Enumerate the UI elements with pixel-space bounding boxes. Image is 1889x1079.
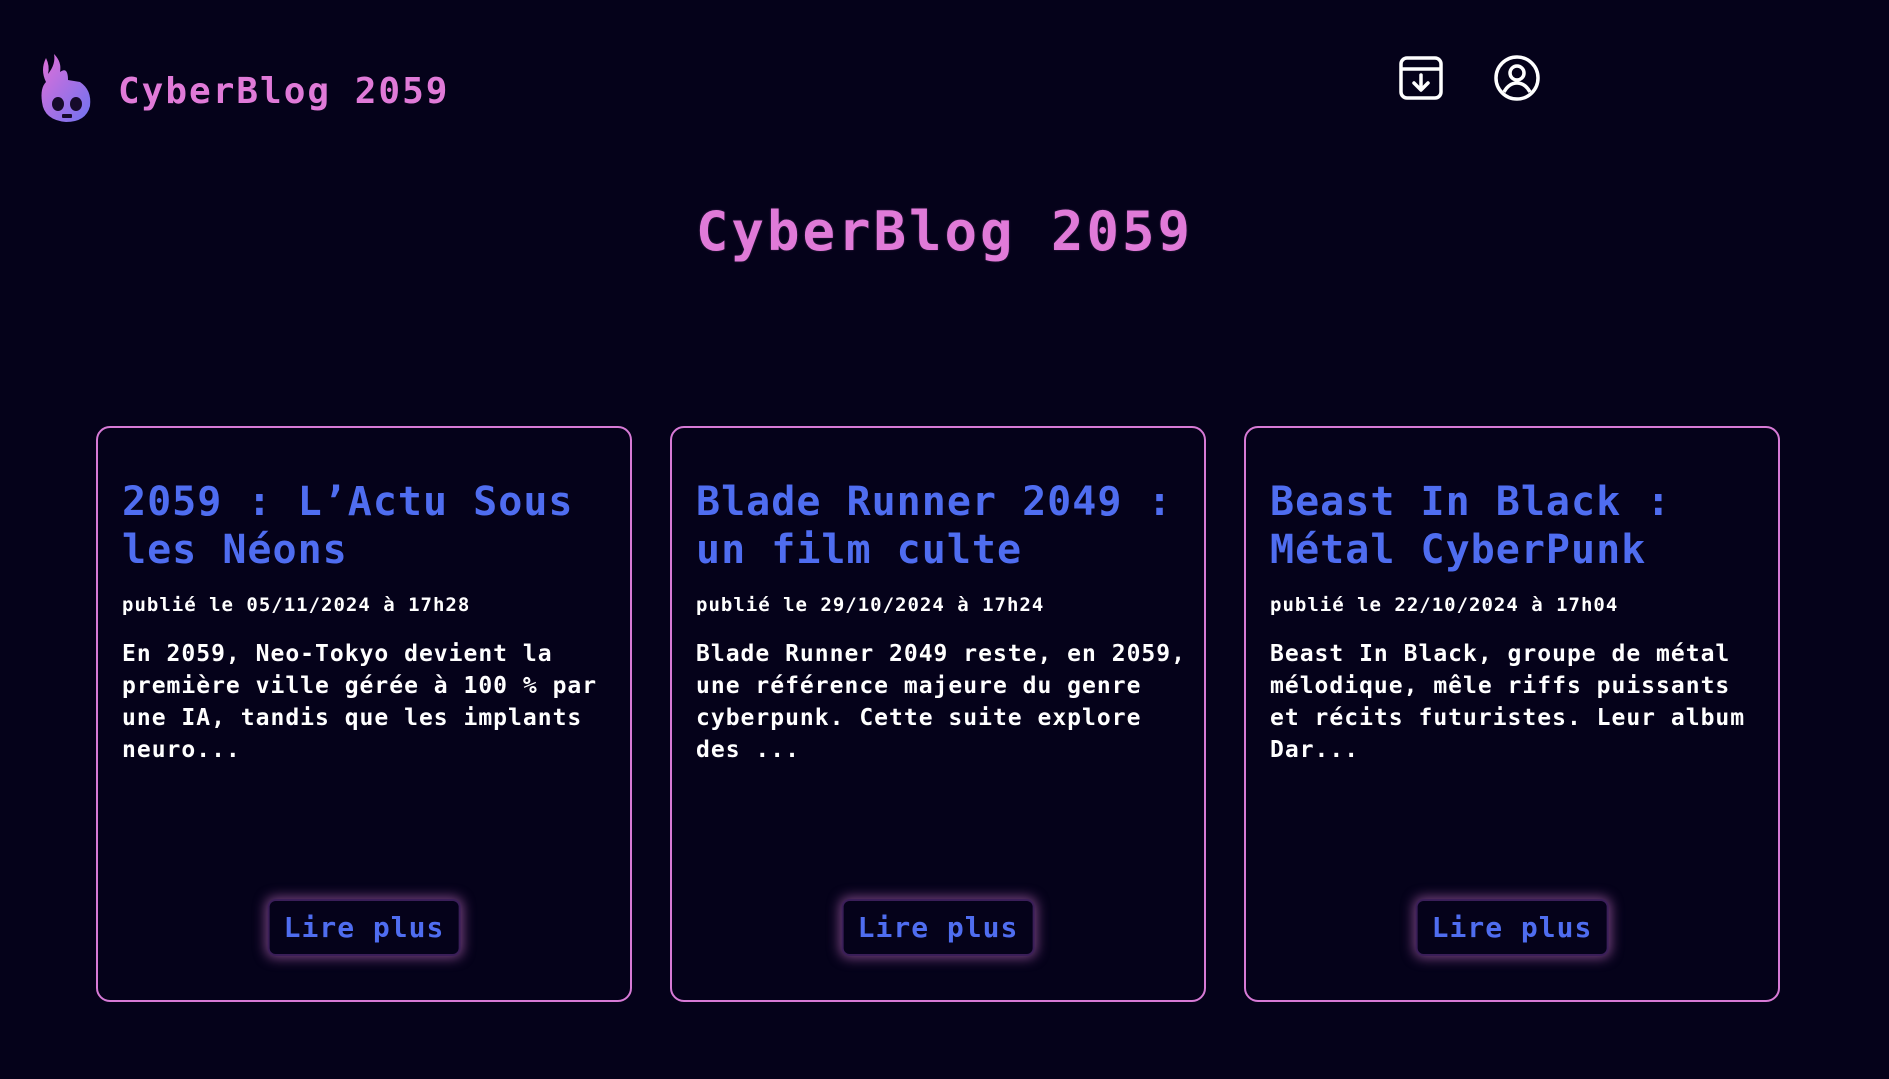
brand-name: CyberBlog 2059 — [118, 70, 450, 112]
account-button[interactable] — [1491, 52, 1543, 104]
user-circle-icon — [1494, 55, 1540, 101]
post-title[interactable]: Beast In Black : Métal CyberPunk — [1270, 478, 1754, 574]
flaming-skull-logo-icon — [41, 54, 91, 122]
post-title[interactable]: 2059 : L’Actu Sous les Néons — [122, 478, 606, 574]
site-header: CyberBlog 2059 — [0, 0, 1889, 160]
read-more-button[interactable]: Lire plus — [1415, 899, 1609, 956]
post-title[interactable]: Blade Runner 2049 : un film culte — [696, 478, 1180, 574]
read-more-button[interactable]: Lire plus — [267, 899, 461, 956]
archive-button[interactable] — [1395, 52, 1447, 104]
page-title: CyberBlog 2059 — [695, 200, 1194, 263]
post-excerpt: En 2059, Neo-Tokyo devient la première v… — [122, 641, 598, 763]
post-card: 2059 : L’Actu Sous les Néons publié le 0… — [96, 426, 632, 1002]
post-date: publié le 22/10/2024 à 17h04 — [1270, 594, 1619, 616]
header-actions — [1395, 52, 1543, 104]
page: CyberBlog 2059 CyberBlog 2059 2059: L’A… — [0, 0, 1889, 1079]
post-excerpt: Blade Runner 2049 reste, en 2059, une ré… — [696, 641, 1186, 763]
read-more-button[interactable]: Lire plus — [841, 899, 1035, 956]
brand-link[interactable]: CyberBlog 2059 — [36, 52, 449, 124]
post-date: publié le 29/10/2024 à 17h24 — [696, 594, 1045, 616]
post-excerpt: Beast In Black, groupe de métal mélodiqu… — [1270, 641, 1746, 763]
post-list: 2059 : L’Actu Sous les Néons publié le 0… — [96, 426, 1780, 1002]
post-card: Beast In Black : Métal CyberPunk publié … — [1244, 426, 1780, 1002]
archive-download-icon — [1399, 56, 1443, 100]
post-card: Blade Runner 2049 : un film culte publié… — [670, 426, 1206, 1002]
post-date: publié le 05/11/2024 à 17h28 — [122, 594, 471, 616]
